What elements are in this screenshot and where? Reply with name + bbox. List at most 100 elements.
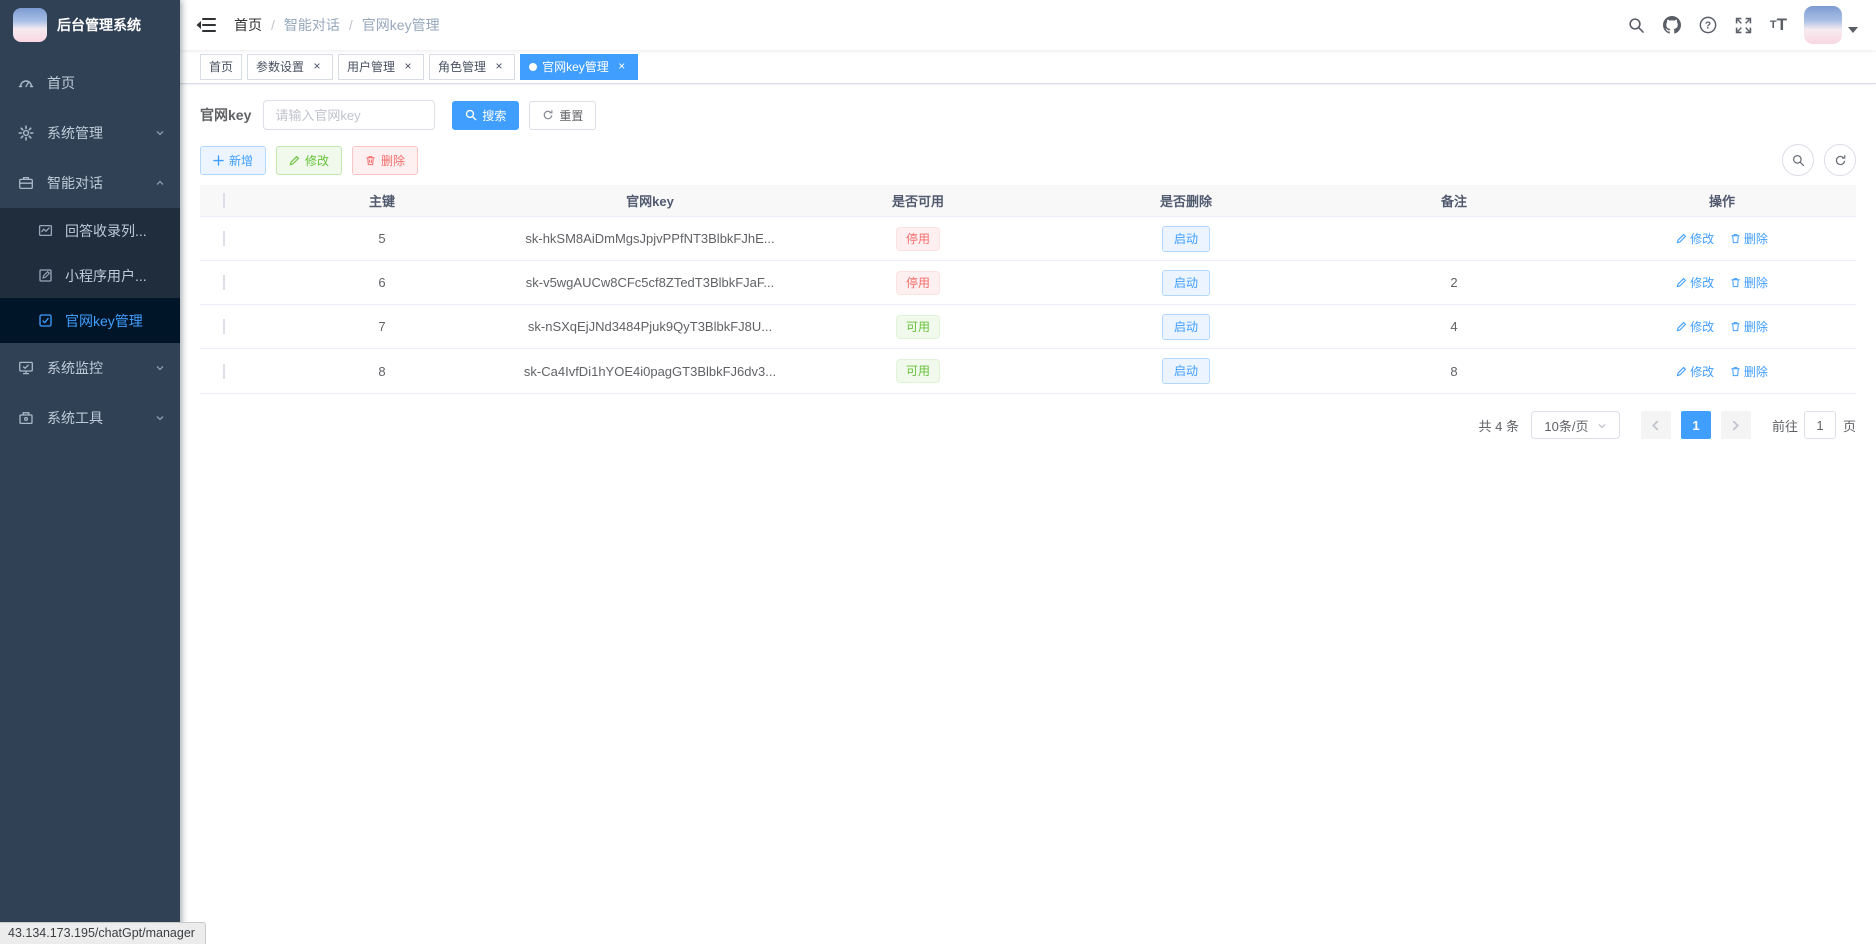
start-button[interactable]: 启动 bbox=[1162, 270, 1210, 296]
row-edit-link[interactable]: 修改 bbox=[1676, 274, 1714, 291]
tag-label: 参数设置 bbox=[256, 58, 304, 75]
github-icon[interactable] bbox=[1654, 0, 1690, 50]
sidebar-item-label: 官网key管理 bbox=[65, 311, 143, 331]
sidebar-item-webkey-management[interactable]: 官网key管理 bbox=[0, 298, 180, 343]
page-size-select[interactable]: 10条/页 bbox=[1531, 411, 1620, 439]
column-header-id: 主键 bbox=[248, 191, 516, 210]
row-checkbox[interactable] bbox=[223, 275, 225, 290]
table-row: 7 sk-nSXqEjJNd3484Pjuk9QyT3BlbkFJ8U... 可… bbox=[200, 305, 1856, 349]
tag-close-icon[interactable]: × bbox=[615, 60, 629, 74]
sidebar-item-tools[interactable]: 系统工具 bbox=[0, 393, 180, 443]
breadcrumb-current: 官网key管理 bbox=[362, 15, 440, 35]
reset-button[interactable]: 重置 bbox=[529, 101, 596, 130]
sidebar-item-chat[interactable]: 智能对话 bbox=[0, 158, 180, 208]
sidebar-item-answer-list[interactable]: 回答收录列... bbox=[0, 208, 180, 253]
tag-close-icon[interactable]: × bbox=[492, 60, 506, 74]
cell-id: 6 bbox=[248, 275, 516, 290]
delete-button[interactable]: 删除 bbox=[352, 146, 418, 175]
briefcase-icon bbox=[18, 175, 34, 191]
prev-page-button[interactable] bbox=[1641, 411, 1671, 439]
app-title: 后台管理系统 bbox=[57, 15, 141, 35]
chevron-down-icon bbox=[155, 363, 165, 373]
table-row: 5 sk-hkSM8AiDmMgsJpjvPPfNT3BlbkFJhE... 停… bbox=[200, 217, 1856, 261]
tag-close-icon[interactable]: × bbox=[401, 60, 415, 74]
cell-key: sk-nSXqEjJNd3484Pjuk9QyT3BlbkFJ8U... bbox=[516, 319, 784, 334]
start-button[interactable]: 启动 bbox=[1162, 314, 1210, 340]
row-delete-link[interactable]: 删除 bbox=[1730, 274, 1768, 291]
edit-button[interactable]: 修改 bbox=[276, 146, 342, 175]
select-all-checkbox[interactable] bbox=[223, 193, 225, 208]
gear-icon bbox=[18, 125, 34, 141]
row-edit-label: 修改 bbox=[1690, 318, 1714, 335]
row-edit-label: 修改 bbox=[1690, 230, 1714, 247]
row-delete-link[interactable]: 删除 bbox=[1730, 230, 1768, 247]
tag-role-management[interactable]: 角色管理 × bbox=[429, 54, 515, 80]
row-checkbox[interactable] bbox=[223, 319, 225, 334]
help-icon[interactable]: ? bbox=[1690, 0, 1726, 50]
sidebar-item-home[interactable]: 首页 bbox=[0, 58, 180, 108]
chart-box-icon bbox=[38, 223, 53, 238]
available-status-badge: 停用 bbox=[896, 227, 940, 251]
tag-user-management[interactable]: 用户管理 × bbox=[338, 54, 424, 80]
available-status-badge: 可用 bbox=[896, 359, 940, 383]
user-menu-caret-icon[interactable] bbox=[1848, 27, 1858, 33]
breadcrumb: 首页 / 智能对话 / 官网key管理 bbox=[234, 15, 440, 35]
add-button[interactable]: 新增 bbox=[200, 146, 266, 175]
breadcrumb-separator: / bbox=[349, 17, 353, 33]
tag-webkey-management[interactable]: 官网key管理 × bbox=[520, 54, 638, 80]
font-size-icon[interactable]: TT bbox=[1761, 0, 1796, 50]
table-toolbar: 新增 修改 删除 bbox=[200, 144, 1856, 176]
sidebar-item-system[interactable]: 系统管理 bbox=[0, 108, 180, 158]
toolbox-icon bbox=[18, 410, 34, 426]
row-delete-link[interactable]: 删除 bbox=[1730, 363, 1768, 380]
sidebar-item-monitor[interactable]: 系统监控 bbox=[0, 343, 180, 393]
main-area: 首页 / 智能对话 / 官网key管理 ? TT bbox=[180, 0, 1876, 944]
monitor-icon bbox=[18, 360, 34, 376]
row-delete-label: 删除 bbox=[1744, 363, 1768, 380]
page-content: 官网key 搜索 重置 新增 修改 bbox=[180, 84, 1876, 944]
cell-remark: 2 bbox=[1320, 275, 1588, 290]
search-button[interactable]: 搜索 bbox=[452, 101, 519, 130]
tag-home[interactable]: 首页 bbox=[200, 54, 242, 80]
fullscreen-icon[interactable] bbox=[1726, 0, 1761, 50]
header-search-icon[interactable] bbox=[1619, 0, 1654, 50]
column-header-deleted: 是否删除 bbox=[1052, 191, 1320, 210]
chevron-down-icon bbox=[155, 413, 165, 423]
next-page-button[interactable] bbox=[1721, 411, 1751, 439]
row-edit-link[interactable]: 修改 bbox=[1676, 363, 1714, 380]
sidebar-item-miniprogram-users[interactable]: 小程序用户... bbox=[0, 253, 180, 298]
start-button[interactable]: 启动 bbox=[1162, 358, 1210, 384]
available-status-badge: 停用 bbox=[896, 271, 940, 295]
start-button[interactable]: 启动 bbox=[1162, 226, 1210, 252]
breadcrumb-separator: / bbox=[271, 17, 275, 33]
sidebar: 后台管理系统 首页 系统管理 bbox=[0, 0, 180, 944]
refresh-button[interactable] bbox=[1824, 144, 1856, 176]
delete-button-label: 删除 bbox=[381, 152, 405, 169]
breadcrumb-section: 智能对话 bbox=[284, 15, 340, 35]
toggle-search-button[interactable] bbox=[1782, 144, 1814, 176]
chevron-down-icon bbox=[155, 128, 165, 138]
app-logo-link[interactable]: 后台管理系统 bbox=[0, 0, 180, 50]
page-number-button[interactable]: 1 bbox=[1681, 411, 1711, 439]
webkey-search-input[interactable] bbox=[263, 100, 435, 130]
table-header-row: 主键 官网key 是否可用 是否删除 备注 操作 bbox=[200, 185, 1856, 217]
table-row: 6 sk-v5wgAUCw8CFc5cf8ZTedT3BlbkFJaF... 停… bbox=[200, 261, 1856, 305]
sidebar-item-label: 回答收录列... bbox=[65, 221, 147, 241]
cell-remark: 4 bbox=[1320, 319, 1588, 334]
goto-page-input[interactable] bbox=[1804, 411, 1836, 439]
sidebar-toggle-button[interactable] bbox=[196, 15, 216, 35]
pagination-total: 共 4 条 bbox=[1479, 416, 1519, 435]
breadcrumb-home[interactable]: 首页 bbox=[234, 15, 262, 35]
row-delete-link[interactable]: 删除 bbox=[1730, 318, 1768, 335]
row-edit-link[interactable]: 修改 bbox=[1676, 230, 1714, 247]
tag-parameter-settings[interactable]: 参数设置 × bbox=[247, 54, 333, 80]
row-edit-link[interactable]: 修改 bbox=[1676, 318, 1714, 335]
row-checkbox[interactable] bbox=[223, 364, 225, 379]
app-window: 后台管理系统 首页 系统管理 bbox=[0, 0, 1876, 944]
column-header-remark: 备注 bbox=[1320, 191, 1588, 210]
user-avatar[interactable] bbox=[1804, 6, 1842, 44]
sidebar-item-label: 系统监控 bbox=[47, 358, 103, 378]
row-checkbox[interactable] bbox=[223, 231, 225, 246]
tag-close-icon[interactable]: × bbox=[310, 60, 324, 74]
svg-text:?: ? bbox=[1705, 21, 1711, 32]
